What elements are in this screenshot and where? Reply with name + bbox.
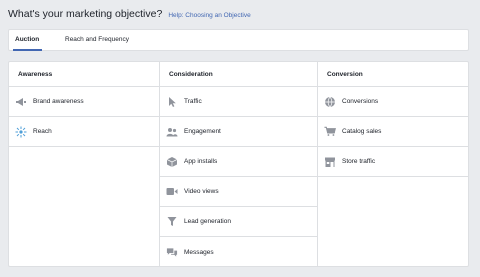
objective-store-traffic[interactable]: Store traffic: [318, 147, 469, 177]
objective-label: Video views: [184, 188, 219, 195]
objective-video-views[interactable]: Video views: [160, 177, 318, 207]
objective-conversions[interactable]: Conversions: [318, 87, 469, 117]
buying-type-tabs: Auction Reach and Frequency: [8, 29, 469, 51]
objectives-table: Awareness Brand awareness Reach Consider…: [8, 61, 469, 267]
objective-traffic[interactable]: Traffic: [160, 87, 318, 117]
objective-label: Reach: [33, 128, 52, 135]
objective-lead-generation[interactable]: Lead generation: [160, 207, 318, 237]
help-link[interactable]: Help: Choosing an Objective: [168, 12, 250, 19]
people-icon: [166, 126, 178, 138]
video-camera-icon: [166, 186, 178, 198]
tab-auction[interactable]: Auction: [12, 30, 43, 51]
objective-label: Engagement: [184, 128, 221, 135]
column-awareness: Awareness Brand awareness Reach: [9, 62, 159, 266]
objective-brand-awareness[interactable]: Brand awareness: [9, 87, 159, 117]
column-consideration: Consideration Traffic Engagement App ins…: [159, 62, 318, 266]
objective-engagement[interactable]: Engagement: [160, 117, 318, 147]
globe-icon: [324, 96, 336, 108]
megaphone-icon: [15, 96, 27, 108]
objective-label: Lead generation: [184, 218, 231, 225]
tab-reach-and-frequency[interactable]: Reach and Frequency: [65, 30, 129, 51]
objective-label: Brand awareness: [33, 98, 84, 105]
column-header-awareness: Awareness: [9, 62, 159, 87]
objective-label: Messages: [184, 248, 214, 256]
reach-icon: [15, 126, 27, 138]
objective-catalog-sales[interactable]: Catalog sales: [318, 117, 469, 147]
funnel-icon: [166, 216, 178, 228]
objective-label: Store traffic: [342, 158, 376, 165]
objective-app-installs[interactable]: App installs: [160, 147, 318, 177]
column-conversion: Conversion Conversions Catalog sales Sto…: [317, 62, 469, 266]
store-icon: [324, 156, 336, 168]
objective-label: App installs: [184, 158, 218, 165]
objective-label: Catalog sales: [342, 128, 382, 135]
objective-reach[interactable]: Reach: [9, 117, 159, 147]
objective-label: Conversions: [342, 98, 379, 105]
page-title: What's your marketing objective?: [8, 8, 163, 20]
chat-bubbles-icon: [166, 246, 178, 258]
objective-messages[interactable]: Messages: [160, 237, 318, 267]
objective-header: What's your marketing objective? Help: C…: [8, 8, 251, 24]
column-header-conversion: Conversion: [318, 62, 469, 87]
cube-icon: [166, 156, 178, 168]
objective-label: Traffic: [184, 98, 202, 105]
cursor-icon: [166, 96, 178, 108]
shopping-cart-icon: [324, 126, 336, 138]
column-header-consideration: Consideration: [160, 62, 318, 87]
